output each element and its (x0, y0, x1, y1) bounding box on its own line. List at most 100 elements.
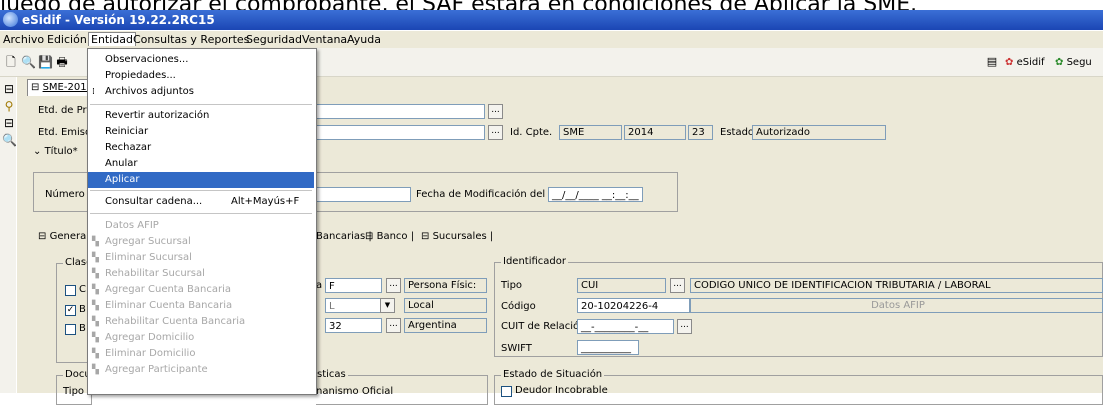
tipo-label: Tipo (501, 280, 523, 291)
cuit-rel-label: CUIT de Relación (501, 321, 586, 332)
etd-emisor-lookup-button[interactable]: ... (488, 125, 503, 140)
swift-field[interactable]: __________ (577, 340, 639, 355)
menu-item-aplicar[interactable]: Aplicar (88, 172, 314, 188)
menu-item-eliminar-domicilio: ▚ Eliminar Domicilio (88, 346, 314, 362)
menu-item-revertir-autorizacion[interactable]: Revertir autorización (88, 108, 314, 124)
numero-field[interactable] (313, 187, 411, 202)
menu-item-rechazar[interactable]: Rechazar (88, 140, 314, 156)
menu-item-label: Aplicar (105, 174, 140, 185)
tab-general[interactable]: ⊟ General (38, 229, 89, 244)
id-tipo-desc: CODIGO UNICO DE IDENTIFICACION TRIBUTARI… (690, 278, 1103, 293)
pais-lookup-button[interactable]: ... (386, 318, 401, 333)
menu-item-eliminar-sucursal: ▚ Eliminar Sucursal (88, 250, 314, 266)
swift-label: SWIFT (501, 343, 532, 354)
menu-item-label: Rechazar (105, 142, 152, 153)
menu-separator (90, 213, 312, 214)
window-layout-icon[interactable]: ▤ (985, 55, 999, 69)
deudor-incobrable-label: Deudor Incobrable (515, 385, 608, 396)
add-row-icon: ▚ (92, 365, 99, 375)
menu-item-label: Eliminar Domicilio (105, 348, 196, 359)
estado-label: Estado (720, 127, 755, 138)
menu-consultas[interactable]: Consultas y Reportes (133, 33, 249, 46)
tab-icon: ⊟ (365, 231, 374, 242)
zoom-icon[interactable]: 🔍 (2, 133, 17, 147)
organismo-oficial-label: nanismo Oficial (316, 386, 394, 397)
tab-icon: ⊟ (38, 231, 47, 242)
persona-code-field[interactable]: F (325, 278, 382, 293)
menu-item-propiedades[interactable]: Propiedades... (88, 68, 314, 84)
menu-item-label: Archivos adjuntos (105, 86, 194, 97)
tree-icon[interactable]: ⚲ (2, 99, 16, 113)
new-document-icon[interactable]: 🗋 (4, 55, 18, 69)
menu-item-label: Datos AFIP (105, 220, 159, 231)
menu-archivo[interactable]: Archivo (3, 33, 44, 46)
menu-ventana[interactable]: Ventana (302, 33, 347, 46)
menu-item-label: Agregar Cuenta Bancaria (105, 284, 232, 295)
menu-edicion[interactable]: Edición (47, 33, 87, 46)
menu-item-label: Rehabilitar Sucursal (105, 268, 205, 279)
menu-item-label: Agregar Domicilio (105, 332, 195, 343)
menu-item-anular[interactable]: Anular (88, 156, 314, 172)
menu-item-label: Propiedades... (105, 70, 176, 81)
datos-afip-button[interactable]: Datos AFIP (690, 298, 1103, 313)
search-icon[interactable]: 🔍 (21, 55, 36, 69)
clase-checkbox-3[interactable] (65, 324, 76, 335)
remove-row-icon: ▚ (92, 253, 99, 263)
segu-button[interactable]: ✿ Segu (1055, 54, 1092, 71)
deudor-incobrable-checkbox[interactable] (501, 386, 512, 397)
add-row-icon: ▚ (92, 333, 99, 343)
estado-situacion-title: Estado de Situación (501, 369, 605, 380)
clase-label-2: B (79, 304, 86, 315)
collapse-icon[interactable]: ⊟ (2, 82, 16, 96)
documento-tipo-label: Tipo (63, 386, 85, 397)
expand-icon[interactable]: ⊟ (2, 116, 16, 130)
print-icon[interactable]: 🖶 (55, 55, 69, 69)
menu-item-agregar-sucursal: ▚ Agregar Sucursal (88, 234, 314, 250)
menu-item-observaciones[interactable]: Observaciones... (88, 52, 314, 68)
menu-entidad[interactable]: Entidad (88, 32, 136, 46)
menu-ayuda[interactable]: Ayuda (347, 33, 381, 46)
menu-item-rehabilitar-sucursal: ▚ Rehabilitar Sucursal (88, 266, 314, 282)
menu-item-agregar-domicilio: ▚ Agregar Domicilio (88, 330, 314, 346)
menu-item-consultar-cadena[interactable]: Consultar cadena... Alt+Mayús+F (88, 194, 314, 210)
persona-lookup-button[interactable]: ... (386, 278, 401, 293)
fecha-mod-field[interactable]: __/__/____ __:__:__ (548, 187, 643, 202)
etd-prov-label: Etd. de Pro (38, 105, 93, 116)
cuit-rel-lookup-button[interactable]: ... (677, 319, 692, 334)
esidif-icon: ✿ (1005, 57, 1014, 68)
etd-prov-lookup-button[interactable]: ... (488, 104, 503, 119)
pais-code-field[interactable]: 32 (325, 318, 382, 333)
tab-sucursales[interactable]: ⊟ Sucursales | (421, 229, 493, 244)
menu-item-label: Consultar cadena... (105, 196, 203, 207)
menu-seguridad[interactable]: Seguridad (246, 33, 302, 46)
menubar: Archivo Edición Entidad Consultas y Repo… (0, 31, 1103, 48)
codigo-field[interactable]: 20-10204226-4 (577, 298, 690, 313)
clase-checkbox-2[interactable]: ✓ (65, 305, 76, 316)
save-icon[interactable]: 💾 (38, 55, 53, 69)
menu-item-eliminar-cuenta-bancaria: ▚ Eliminar Cuenta Bancaria (88, 298, 314, 314)
entidad-dropdown-menu: Observaciones... Propiedades... ⁞ Archivo… (87, 48, 317, 395)
id-tipo-field: CUI (577, 278, 666, 293)
id-tipo-lookup-button[interactable]: ... (670, 278, 685, 293)
tab-icon: ⊟ (421, 231, 430, 242)
chevron-down-icon[interactable]: ▼ (380, 298, 395, 313)
titulo-collapse[interactable]: ⌄ Título* (33, 146, 78, 157)
security-icon: ✿ (1055, 57, 1064, 68)
tab-banco[interactable]: ⊟ Banco | (365, 229, 414, 244)
etd-emisor-field[interactable] (313, 125, 485, 140)
tab-bancarias[interactable]: Bancarias | (316, 229, 372, 244)
clase-checkbox-1[interactable] (65, 285, 76, 296)
esidif-label: eSidif (1016, 57, 1045, 68)
tab-icon: ⊟ (31, 82, 40, 93)
restore-row-icon: ▚ (92, 317, 99, 327)
etd-prov-field[interactable] (313, 104, 485, 119)
cuit-rel-field[interactable]: __-________-__ (577, 319, 674, 334)
add-row-icon: ▚ (92, 285, 99, 295)
tab-banco-label: Banco (376, 231, 408, 242)
menu-item-archivos-adjuntos[interactable]: ⁞ Archivos adjuntos (88, 84, 314, 100)
menu-item-reiniciar[interactable]: Reiniciar (88, 124, 314, 140)
menu-item-label: Revertir autorización (105, 110, 210, 121)
esidif-button[interactable]: ✿ eSidif (1005, 54, 1045, 71)
pais-desc-field: Argentina (404, 318, 487, 333)
menu-separator (90, 104, 312, 105)
